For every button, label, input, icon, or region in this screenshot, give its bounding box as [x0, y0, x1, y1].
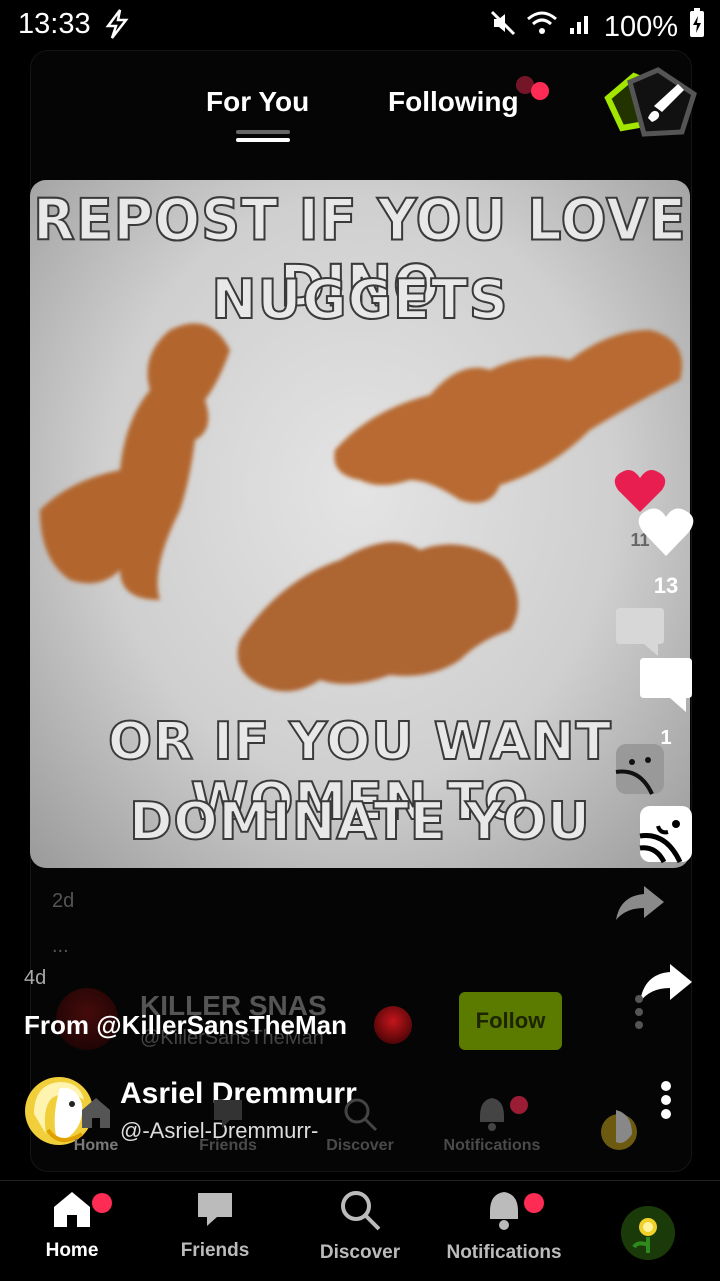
- mute-icon: [490, 10, 516, 44]
- ghost-profile-avatar: [598, 1106, 640, 1159]
- nav-home[interactable]: Home: [12, 1189, 132, 1262]
- repost-icon-ghost: [614, 742, 666, 801]
- meme-line-2: NUGGETS: [210, 267, 509, 332]
- flash-icon: [102, 8, 132, 45]
- repost-icon[interactable]: [638, 804, 694, 869]
- more-options-icon-ghost: [632, 994, 646, 1035]
- active-tab-underline: [236, 138, 290, 142]
- status-bar: 13:33 100%: [0, 0, 720, 50]
- meme-line-4: DOMINATE YOU: [128, 791, 591, 853]
- ghost-home-icon: [80, 1098, 112, 1134]
- comment-icon[interactable]: [638, 656, 694, 719]
- ghost-nav-notifications: Notifications: [432, 1096, 552, 1155]
- nav-discover-label: Discover: [319, 1242, 401, 1263]
- ghost-nav-friends: Friends: [168, 1096, 288, 1155]
- source-author-avatar[interactable]: [374, 1006, 412, 1044]
- post-age: 4d: [24, 967, 47, 989]
- comment-icon-ghost: [614, 604, 666, 661]
- nav-friends[interactable]: Friends: [155, 1189, 275, 1262]
- wifi-icon: [526, 10, 558, 44]
- nav-notifications[interactable]: Notifications: [444, 1189, 564, 1264]
- tab-following[interactable]: Following: [388, 86, 519, 118]
- bell-icon: [484, 1192, 524, 1235]
- home-notification-dot: [92, 1193, 112, 1213]
- search-icon: [339, 1191, 381, 1235]
- bottom-nav: Home Friends Discover Notifications: [0, 1180, 720, 1281]
- nav-discover[interactable]: Discover: [300, 1189, 420, 1264]
- home-icon: [52, 1192, 92, 1233]
- ghost-notifications-dot: [510, 1096, 528, 1114]
- ghost-bell-icon: [476, 1098, 508, 1136]
- ghost-friends-icon: [212, 1100, 244, 1134]
- ghost-nav-discover: Discover: [300, 1096, 420, 1155]
- create-post-icon[interactable]: [600, 62, 704, 153]
- nav-home-label: Home: [45, 1240, 99, 1261]
- tab-for-you[interactable]: For You: [206, 86, 309, 118]
- status-time: 13:33: [18, 8, 91, 40]
- nav-friends-label: Friends: [180, 1240, 250, 1261]
- battery-icon: [688, 8, 706, 46]
- notifications-dot: [524, 1193, 544, 1213]
- like-count: 13: [653, 573, 679, 598]
- share-icon-ghost: [614, 884, 666, 929]
- friends-icon: [195, 1193, 235, 1233]
- repost-source[interactable]: From @KillerSansTheMan: [24, 1010, 347, 1041]
- status-right: 100%: [490, 8, 706, 46]
- ghost-tab-underline: [236, 130, 290, 134]
- ghost-bottom-nav: Home Friends Discover Notifications: [30, 1096, 690, 1166]
- follow-button[interactable]: Follow: [459, 992, 562, 1050]
- ghost-more-text: ...: [52, 935, 69, 957]
- repost-source-text: From @KillerSansTheMan: [24, 1010, 347, 1040]
- signal-icon: [568, 10, 594, 44]
- post-image[interactable]: REPOST IF YOU LOVE DINO NUGGETS OR IF YO…: [30, 180, 690, 868]
- ghost-nav-home: Home: [36, 1096, 156, 1155]
- ghost-search-icon: [342, 1098, 378, 1136]
- share-icon[interactable]: [638, 962, 694, 1011]
- profile-avatar[interactable]: [620, 1205, 676, 1266]
- battery-percent: 100%: [603, 10, 678, 43]
- post-age-ghost: 2d: [52, 890, 75, 912]
- nav-notifications-label: Notifications: [446, 1242, 562, 1263]
- ghost-notification-dot: [516, 76, 534, 94]
- heart-icon[interactable]: [638, 506, 694, 563]
